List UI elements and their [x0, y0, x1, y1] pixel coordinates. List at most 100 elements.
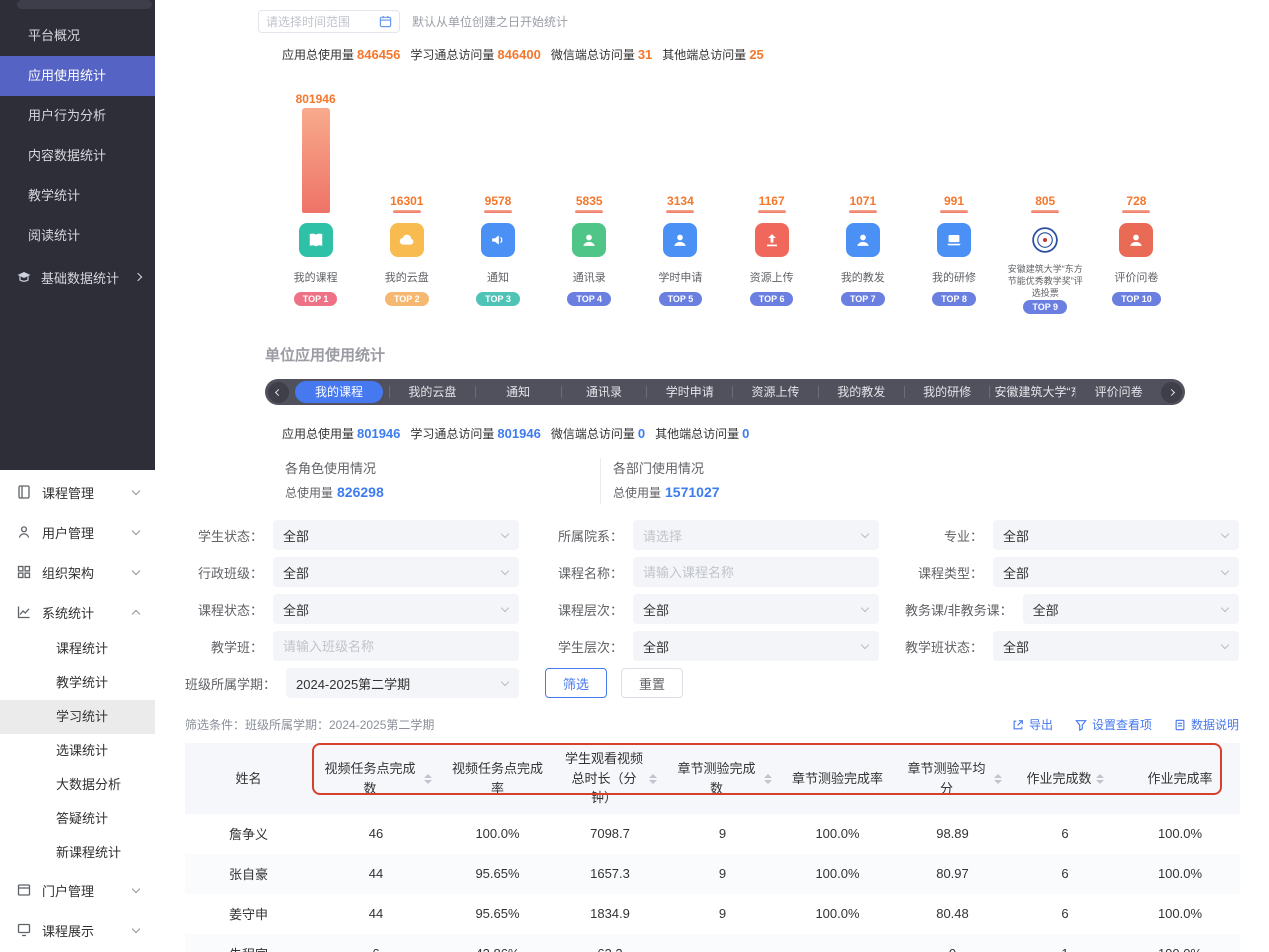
filter-button[interactable]: 筛选 — [545, 668, 607, 698]
cell: 6 — [1010, 814, 1120, 854]
department-select[interactable]: 请选择 — [633, 520, 879, 550]
filter-label: 教务课/非教务课： — [905, 600, 1013, 619]
column-header-homework-done[interactable]: 作业完成数 — [1010, 743, 1120, 814]
sort-icon[interactable] — [994, 774, 1002, 784]
grid-icon — [16, 564, 32, 580]
filter-label: 课程层次： — [545, 600, 623, 619]
teaching-class-input[interactable] — [283, 639, 509, 654]
student-level-select[interactable]: 全部 — [633, 631, 879, 661]
chevron-down-icon — [861, 641, 869, 649]
cell: 80.97 — [895, 854, 1010, 894]
result-bar: 筛选条件：班级所属学期：2024-2025第二学期 导出 设置查看项 数据说明 — [185, 716, 1239, 733]
academic-course-select[interactable]: 全部 — [1023, 594, 1239, 624]
tab-teaching-dev[interactable]: 我的教发 — [819, 379, 904, 405]
sidebar-item-reading-stats[interactable]: 阅读统计 — [0, 216, 155, 256]
student-status-select[interactable]: 全部 — [273, 520, 519, 550]
tab-scroll-left-button[interactable] — [268, 382, 289, 403]
person-icon — [16, 524, 32, 540]
tab-my-courses[interactable]: 我的课程 — [295, 381, 383, 403]
sidebar-item-user-behavior[interactable]: 用户行为分析 — [0, 96, 155, 136]
select-value: 全部 — [1003, 637, 1029, 656]
column-header-quiz-avg[interactable]: 章节测验平均分 — [895, 743, 1010, 814]
bar-value: 991 — [944, 194, 964, 208]
calendar-icon[interactable] — [379, 15, 392, 28]
sort-icon[interactable] — [764, 774, 772, 784]
select-value: 全部 — [643, 600, 669, 619]
person-icon — [572, 223, 606, 257]
date-range-input[interactable] — [266, 15, 373, 29]
course-status-select[interactable]: 全部 — [273, 594, 519, 624]
bar-value: 805 — [1035, 194, 1055, 208]
tab-contacts[interactable]: 通讯录 — [562, 379, 647, 405]
course-level-select[interactable]: 全部 — [633, 594, 879, 624]
semester-select[interactable]: 2024-2025第二学期 — [286, 668, 519, 698]
sort-icon[interactable] — [424, 774, 432, 784]
course-name-input[interactable] — [643, 565, 869, 580]
admin-class-select[interactable]: 全部 — [273, 557, 519, 587]
summary-unit: 应用总使用量801946 学习通总访问量801946 微信端总访问量0 其他端总… — [282, 425, 1269, 442]
link-label: 设置查看项 — [1092, 716, 1152, 733]
sidebar-item-user-management[interactable]: 用户管理 — [0, 512, 155, 552]
app-label: 学时申请 — [658, 269, 702, 284]
sort-icon[interactable] — [1096, 774, 1104, 784]
sidebar-item-platform-overview[interactable]: 平台概况 — [0, 16, 155, 56]
tab-award-vote[interactable]: 安徽建筑大学“东 — [990, 379, 1075, 405]
column-header-video-tasks-done[interactable]: 视频任务点完成数 — [312, 743, 440, 814]
cell-name: 朱程家 — [185, 934, 312, 952]
sidebar-item-course-management[interactable]: 课程管理 — [0, 472, 155, 512]
sidebar-subitem-new-course-stats[interactable]: 新课程统计 — [0, 836, 155, 870]
bar-value: 1071 — [849, 194, 876, 208]
sidebar-item-content-data[interactable]: 内容数据统计 — [0, 136, 155, 176]
select-value: 全部 — [1003, 526, 1029, 545]
sidebar-subitem-course-stats[interactable]: 课程统计 — [0, 632, 155, 666]
course-type-select[interactable]: 全部 — [993, 557, 1239, 587]
tab-cloud-disk[interactable]: 我的云盘 — [390, 379, 475, 405]
sidebar-subitem-learning-stats[interactable]: 学习统计 — [0, 700, 155, 734]
date-range-picker[interactable] — [258, 10, 400, 33]
sidebar-item-org-structure[interactable]: 组织架构 — [0, 552, 155, 592]
data-notes-link[interactable]: 数据说明 — [1174, 716, 1239, 733]
sidebar-item-app-usage-stats[interactable]: 应用使用统计 — [0, 56, 155, 96]
tab-resource-upload[interactable]: 资源上传 — [733, 379, 818, 405]
sidebar-subitem-big-data-analysis[interactable]: 大数据分析 — [0, 768, 155, 802]
reset-button[interactable]: 重置 — [621, 668, 683, 698]
graduation-cap-icon — [16, 269, 32, 285]
sidebar-scrolled-item[interactable] — [17, 0, 152, 9]
tab-scroll-right-button[interactable] — [1161, 382, 1182, 403]
table-header-row: 姓名 视频任务点完成数 视频任务点完成率 学生观看视频总时长（分钟） 章节测验完… — [185, 743, 1240, 814]
major-select[interactable]: 全部 — [993, 520, 1239, 550]
sidebar-item-course-display[interactable]: 课程展示 — [0, 910, 155, 950]
cell-name: 詹争义 — [185, 814, 312, 854]
book-icon — [16, 484, 32, 500]
filter-label: 课程名称： — [545, 563, 623, 582]
chevron-down-icon — [861, 604, 869, 612]
filter-label: 课程状态： — [185, 600, 263, 619]
tab-survey[interactable]: 评价问卷 — [1076, 379, 1161, 405]
tab-hours-apply[interactable]: 学时申请 — [647, 379, 732, 405]
total-value: 826298 — [337, 484, 384, 500]
bar-value: 5835 — [576, 194, 603, 208]
sidebar: 平台概况 应用使用统计 用户行为分析 内容数据统计 教学统计 阅读统计 基础数据… — [0, 0, 155, 952]
table-row: 张自豪 44 95.65% 1657.3 9 100.0% 80.97 6 10… — [185, 854, 1240, 894]
chart-item-teaching-dev: 1071 我的教发 TOP 7 — [817, 91, 908, 314]
cell: 100.0% — [780, 854, 895, 894]
column-header-quiz-done[interactable]: 章节测验完成数 — [665, 743, 780, 814]
tab-research[interactable]: 我的研修 — [905, 379, 990, 405]
learning-stats-table: 姓名 视频任务点完成数 视频任务点完成率 学生观看视频总时长（分钟） 章节测验完… — [185, 743, 1240, 952]
column-header-watch-duration[interactable]: 学生观看视频总时长（分钟） — [555, 743, 665, 814]
chevron-down-icon — [501, 604, 509, 612]
stat-label: 微信端总访问量 — [551, 46, 635, 63]
sidebar-subitem-course-selection-stats[interactable]: 选课统计 — [0, 734, 155, 768]
sidebar-item-teaching-stats[interactable]: 教学统计 — [0, 176, 155, 216]
tab-notice[interactable]: 通知 — [476, 379, 561, 405]
sidebar-item-system-stats[interactable]: 系统统计 — [0, 592, 155, 632]
chart-item-resource-upload: 1167 资源上传 TOP 6 — [726, 91, 817, 314]
sidebar-subitem-teaching-stats[interactable]: 教学统计 — [0, 666, 155, 700]
teaching-class-status-select[interactable]: 全部 — [993, 631, 1239, 661]
export-link[interactable]: 导出 — [1012, 716, 1053, 733]
sidebar-subitem-qa-stats[interactable]: 答疑统计 — [0, 802, 155, 836]
sidebar-item-portal-management[interactable]: 门户管理 — [0, 870, 155, 910]
sort-icon[interactable] — [649, 774, 657, 784]
view-settings-link[interactable]: 设置查看项 — [1075, 716, 1152, 733]
sidebar-item-basic-data-stats[interactable]: 基础数据统计 — [0, 256, 155, 298]
